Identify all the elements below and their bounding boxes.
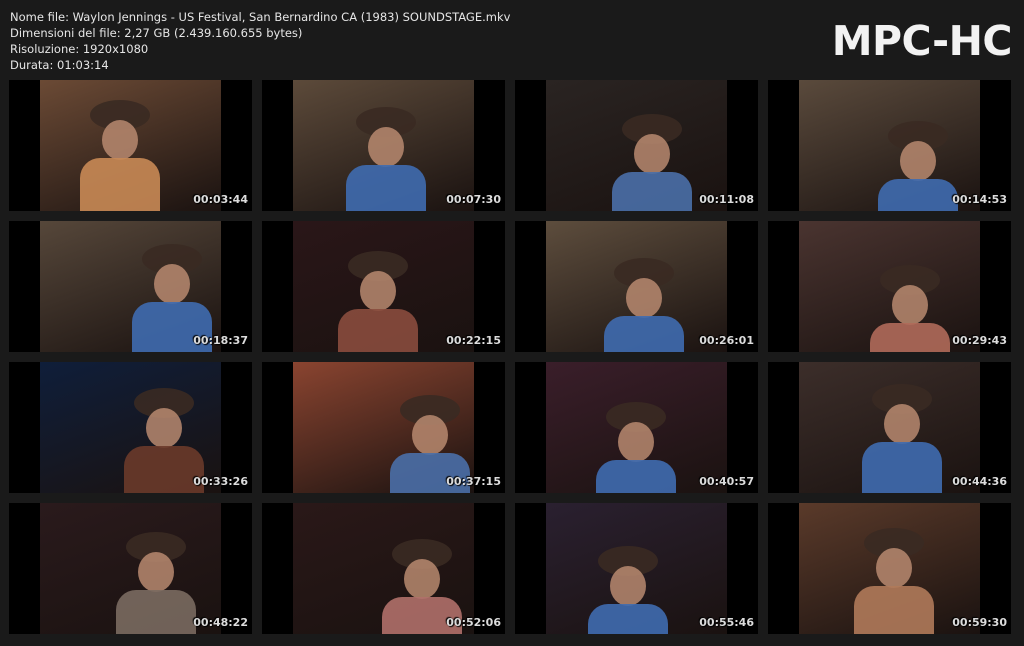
performer-shirt [124,446,204,493]
thumbnail-timestamp: 00:29:43 [952,334,1007,347]
performer-face [876,548,912,588]
thumbnail-timestamp: 00:40:57 [699,475,754,488]
performer-shirt [878,179,958,211]
thumbnail[interactable]: 00:18:37 [9,221,252,352]
thumbnail-timestamp: 00:37:15 [446,475,501,488]
video-frame [293,362,474,493]
thumbnail[interactable]: 00:26:01 [515,221,758,352]
performer-shirt [854,586,934,634]
thumbnail-timestamp: 00:59:30 [952,616,1007,629]
performer-shirt [604,316,684,352]
video-frame [40,503,221,634]
video-frame [799,80,980,211]
thumbnail-timestamp: 00:03:44 [193,193,248,206]
thumbnail[interactable]: 00:37:15 [262,362,505,493]
thumbnail[interactable]: 00:29:43 [768,221,1011,352]
thumbnail-timestamp: 00:07:30 [446,193,501,206]
video-frame [293,80,474,211]
performer-face [892,285,928,325]
thumbnail-timestamp: 00:52:06 [446,616,501,629]
resolution-text: Risoluzione: 1920x1080 [10,42,149,56]
thumbnail[interactable]: 00:14:53 [768,80,1011,211]
performer-shirt [870,323,950,352]
video-frame [546,80,727,211]
thumbnail[interactable]: 00:33:26 [9,362,252,493]
thumbnail-timestamp: 00:18:37 [193,334,248,347]
file-name-text: Nome file: Waylon Jennings - US Festival… [10,10,511,24]
performer-shirt [116,590,196,634]
file-info: Nome file: Waylon Jennings - US Festival… [10,9,510,73]
thumbnail[interactable]: 00:55:46 [515,503,758,634]
thumbnail[interactable]: 00:40:57 [515,362,758,493]
thumbnail[interactable]: 00:22:15 [262,221,505,352]
thumbnail-timestamp: 00:14:53 [952,193,1007,206]
video-frame [40,362,221,493]
performer-face [146,408,182,448]
thumbnail-timestamp: 00:26:01 [699,334,754,347]
performer-face [138,552,174,592]
performer-face [884,404,920,444]
performer-face [626,278,662,318]
thumbnail[interactable]: 00:52:06 [262,503,505,634]
thumbnail-timestamp: 00:33:26 [193,475,248,488]
performer-face [900,141,936,181]
performer-face [404,559,440,599]
thumbnail-timestamp: 00:22:15 [446,334,501,347]
performer-face [368,127,404,167]
video-frame [40,221,221,352]
video-frame [293,503,474,634]
performer-shirt [80,158,160,211]
performer-face [154,264,190,304]
performer-face [610,566,646,606]
video-frame [799,221,980,352]
performer-shirt [862,442,942,493]
duration-text: Durata: 01:03:14 [10,58,109,72]
performer-shirt [346,165,426,211]
mpc-hc-logo: MPC-HC [831,17,1013,65]
thumbnail-timestamp: 00:48:22 [193,616,248,629]
performer-shirt [612,172,692,211]
thumbnail-timestamp: 00:55:46 [699,616,754,629]
video-frame [546,362,727,493]
performer-face [360,271,396,311]
video-frame [546,221,727,352]
thumbnail-timestamp: 00:11:08 [699,193,754,206]
video-frame [546,503,727,634]
video-frame [293,221,474,352]
file-size-text: Dimensioni del file: 2,27 GB (2.439.160.… [10,26,303,40]
thumbnail[interactable]: 00:11:08 [515,80,758,211]
performer-shirt [588,604,668,634]
thumbnail[interactable]: 00:59:30 [768,503,1011,634]
performer-shirt [338,309,418,352]
performer-face [102,120,138,160]
performer-face [634,134,670,174]
thumbnail[interactable]: 00:03:44 [9,80,252,211]
thumbnail[interactable]: 00:07:30 [262,80,505,211]
video-frame [799,503,980,634]
thumbnail-timestamp: 00:44:36 [952,475,1007,488]
performer-shirt [596,460,676,493]
video-frame [40,80,221,211]
thumbnail[interactable]: 00:48:22 [9,503,252,634]
performer-face [618,422,654,462]
video-frame [799,362,980,493]
thumbnail[interactable]: 00:44:36 [768,362,1011,493]
performer-face [412,415,448,455]
